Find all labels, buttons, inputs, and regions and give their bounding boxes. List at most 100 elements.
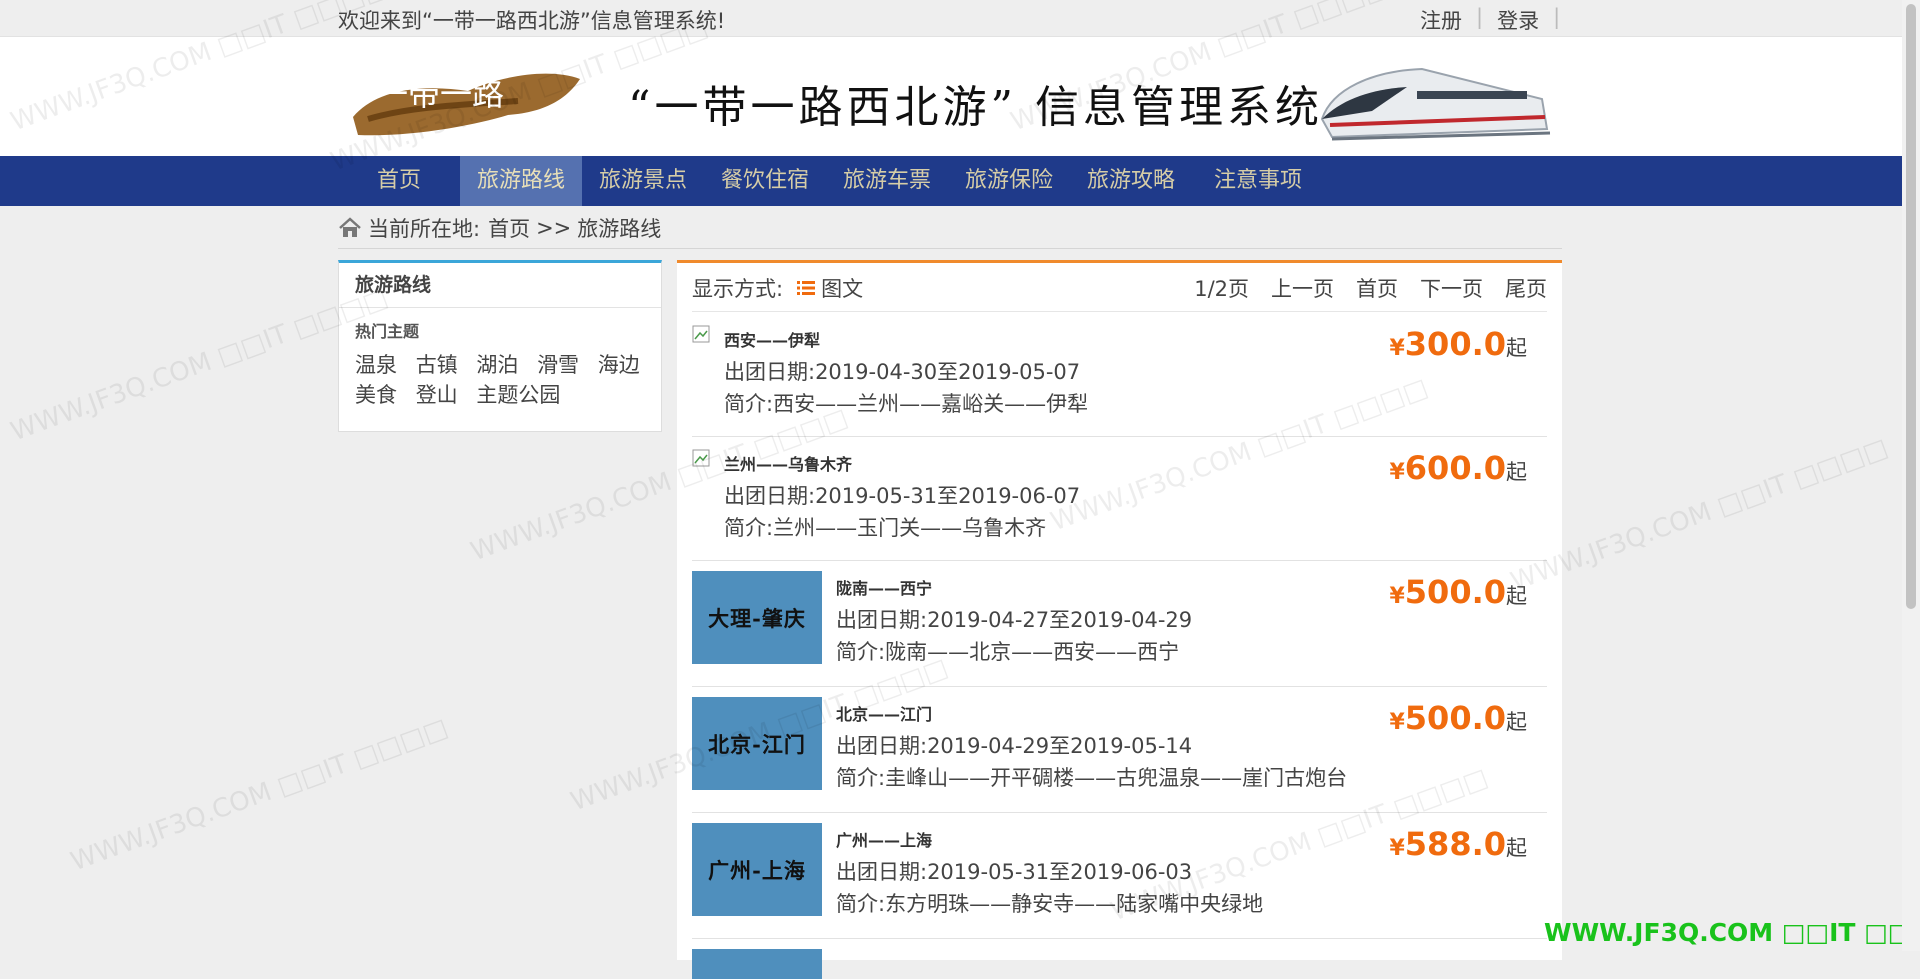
brand-logo-text: 一带一路 (376, 75, 504, 113)
prev-page-link[interactable]: 上一页 (1271, 273, 1334, 303)
nav-notes[interactable]: 注意事项 (1192, 156, 1324, 206)
route-item[interactable]: 大理-肇庆 陇南——西宁 出团日期:2019-04-27至2019-04-29 … (692, 560, 1547, 687)
corner-watermark: WWW.JF3Q.COM □□IT □□□ (1544, 918, 1920, 947)
route-price: ¥ 588.0 起 (1389, 825, 1527, 863)
route-item[interactable]: 西安——伊犁 出团日期:2019-04-30至2019-05-07 简介:西安—… (692, 312, 1547, 437)
page-info: 1/2页 (1194, 277, 1249, 301)
last-page-link[interactable]: 尾页 (1505, 273, 1547, 303)
currency-symbol: ¥ (1389, 836, 1405, 861)
nav-attractions[interactable]: 旅游景点 (582, 156, 704, 206)
tag-seaside[interactable]: 海边 (598, 353, 640, 377)
watermark: WWW.JF3Q.COM □□IT □□□□ (1506, 432, 1892, 598)
nav-routes[interactable]: 旅游路线 (460, 156, 582, 206)
welcome-text: 欢迎来到“一带一路西北游”信息管理系统! (338, 9, 726, 33)
price-suffix: 起 (1506, 336, 1527, 360)
route-price: ¥ 500.0 起 (1389, 573, 1527, 611)
price-suffix: 起 (1506, 836, 1527, 860)
watermark: WWW.JF3Q.COM □□IT □□□□ (66, 712, 452, 878)
route-desc: 简介:陇南——北京——西安——西宁 (836, 640, 1180, 664)
route-item[interactable]: 北京-江门 北京——江门 出团日期:2019-04-29至2019-05-14 … (692, 686, 1547, 813)
price-value: 600.0 (1404, 449, 1506, 487)
route-name[interactable]: 北京——江门 (836, 701, 932, 725)
link-separator: | (1476, 5, 1484, 29)
tag-ancient-town[interactable]: 古镇 (416, 353, 458, 377)
route-desc: 简介:兰州——玉门关——乌鲁木齐 (724, 516, 1047, 540)
route-price: ¥ 300.0 起 (1389, 325, 1527, 363)
tag-hot-spring[interactable]: 温泉 (355, 353, 397, 377)
currency-symbol: ¥ (1389, 460, 1405, 485)
route-item[interactable]: 兰州——乌鲁木齐 出团日期:2019-05-31至2019-06-07 简介:兰… (692, 436, 1547, 561)
route-desc: 简介:圭峰山——开平碉楼——古兜温泉——崖门古炮台 (836, 766, 1348, 790)
scrollbar-thumb[interactable] (1906, 4, 1916, 609)
route-item[interactable]: 广州-上海 广州——上海 出团日期:2019-05-31至2019-06-03 … (692, 812, 1547, 939)
price-value: 500.0 (1404, 699, 1506, 737)
currency-symbol: ¥ (1389, 710, 1405, 735)
route-date: 出团日期:2019-05-31至2019-06-03 (836, 860, 1193, 884)
route-thumbnail[interactable]: 大理-肇庆 (692, 571, 822, 664)
display-mode: 显示方式: 图文 (692, 273, 863, 303)
breadcrumb-divider (338, 248, 1562, 249)
price-suffix: 起 (1506, 460, 1527, 484)
route-name[interactable]: 西安——伊犁 (724, 327, 820, 351)
home-icon (339, 217, 361, 237)
broken-image-icon (692, 449, 710, 467)
nav-home[interactable]: 首页 (338, 156, 460, 206)
breadcrumb-sep: >> (536, 216, 572, 240)
breadcrumb-prefix: 当前所在地: (368, 217, 481, 241)
breadcrumb-home[interactable]: 首页 (488, 213, 530, 243)
price-value: 500.0 (1404, 573, 1506, 611)
currency-symbol: ¥ (1389, 336, 1405, 361)
route-desc: 简介:西安——兰州——嘉峪关——伊犁 (724, 392, 1089, 416)
site-title: “一带一路西北游” 信息管理系统 (628, 82, 1323, 133)
theme-tags: 温泉 古镇 湖泊 滑雪 海边 美食 登山 主题公园 (355, 350, 655, 410)
watermark: WWW.JF3Q.COM □□IT □□□□ (6, 282, 392, 448)
route-name[interactable]: 兰州——乌鲁木齐 (724, 451, 852, 475)
route-thumbnail[interactable] (692, 949, 822, 979)
nav-dining[interactable]: 餐饮住宿 (704, 156, 826, 206)
price-suffix: 起 (1506, 710, 1527, 734)
route-date: 出团日期:2019-04-29至2019-05-14 (836, 734, 1193, 758)
pagination: 1/2页 上一页 首页 下一页 尾页 (1172, 273, 1547, 303)
route-thumbnail[interactable]: 北京-江门 (692, 697, 822, 790)
sidebar-title: 旅游路线 (339, 263, 661, 308)
site-header: 一带一路 “一带一路西北游” 信息管理系统 (0, 37, 1920, 156)
nav-tickets[interactable]: 旅游车票 (826, 156, 948, 206)
route-name[interactable]: 广州——上海 (836, 827, 932, 851)
register-link[interactable]: 注册 (1420, 5, 1462, 35)
link-separator-end: | (1553, 5, 1561, 29)
tag-lake[interactable]: 湖泊 (476, 353, 518, 377)
route-name[interactable]: 陇南——西宁 (836, 575, 932, 599)
route-list-panel: 显示方式: 图文 1/2页 上一页 首页 下一页 尾页 西安——伊犁 出团日期:… (677, 260, 1562, 979)
route-date: 出团日期:2019-04-30至2019-05-07 (724, 360, 1081, 384)
train-image (1320, 67, 1551, 141)
breadcrumb: 当前所在地: 首页 >> 旅游路线 (338, 213, 661, 243)
page-scrollbar[interactable] (1902, 0, 1920, 951)
price-value: 588.0 (1404, 825, 1506, 863)
price-value: 300.0 (1404, 325, 1506, 363)
tag-food[interactable]: 美食 (355, 383, 397, 407)
tag-skiing[interactable]: 滑雪 (537, 353, 579, 377)
route-item-partial[interactable] (692, 938, 1547, 979)
nav-insurance[interactable]: 旅游保险 (948, 156, 1070, 206)
next-page-link[interactable]: 下一页 (1420, 273, 1483, 303)
route-thumbnail[interactable]: 广州-上海 (692, 823, 822, 916)
account-links: 注册 | 登录 | (1420, 5, 1574, 35)
sidebar: 旅游路线 热门主题 温泉 古镇 湖泊 滑雪 海边 美食 登山 主题公园 (338, 260, 662, 432)
route-price: ¥ 500.0 起 (1389, 699, 1527, 737)
login-link[interactable]: 登录 (1497, 5, 1539, 35)
currency-symbol: ¥ (1389, 584, 1405, 609)
display-label: 显示方式: (692, 277, 784, 301)
first-page-link[interactable]: 首页 (1356, 273, 1398, 303)
breadcrumb-current: 旅游路线 (577, 217, 662, 241)
tag-mountain[interactable]: 登山 (416, 383, 458, 407)
route-date: 出团日期:2019-04-27至2019-04-29 (836, 608, 1193, 632)
brand-logo[interactable]: 一带一路 (348, 57, 583, 141)
price-suffix: 起 (1506, 584, 1527, 608)
route-price: ¥ 600.0 起 (1389, 449, 1527, 487)
display-mode-value[interactable]: 图文 (821, 273, 863, 303)
nav-guides[interactable]: 旅游攻略 (1070, 156, 1192, 206)
tag-theme-park[interactable]: 主题公园 (476, 383, 560, 407)
list-icon[interactable] (797, 280, 816, 296)
route-date: 出团日期:2019-05-31至2019-06-07 (724, 484, 1081, 508)
broken-image-icon (692, 325, 710, 343)
